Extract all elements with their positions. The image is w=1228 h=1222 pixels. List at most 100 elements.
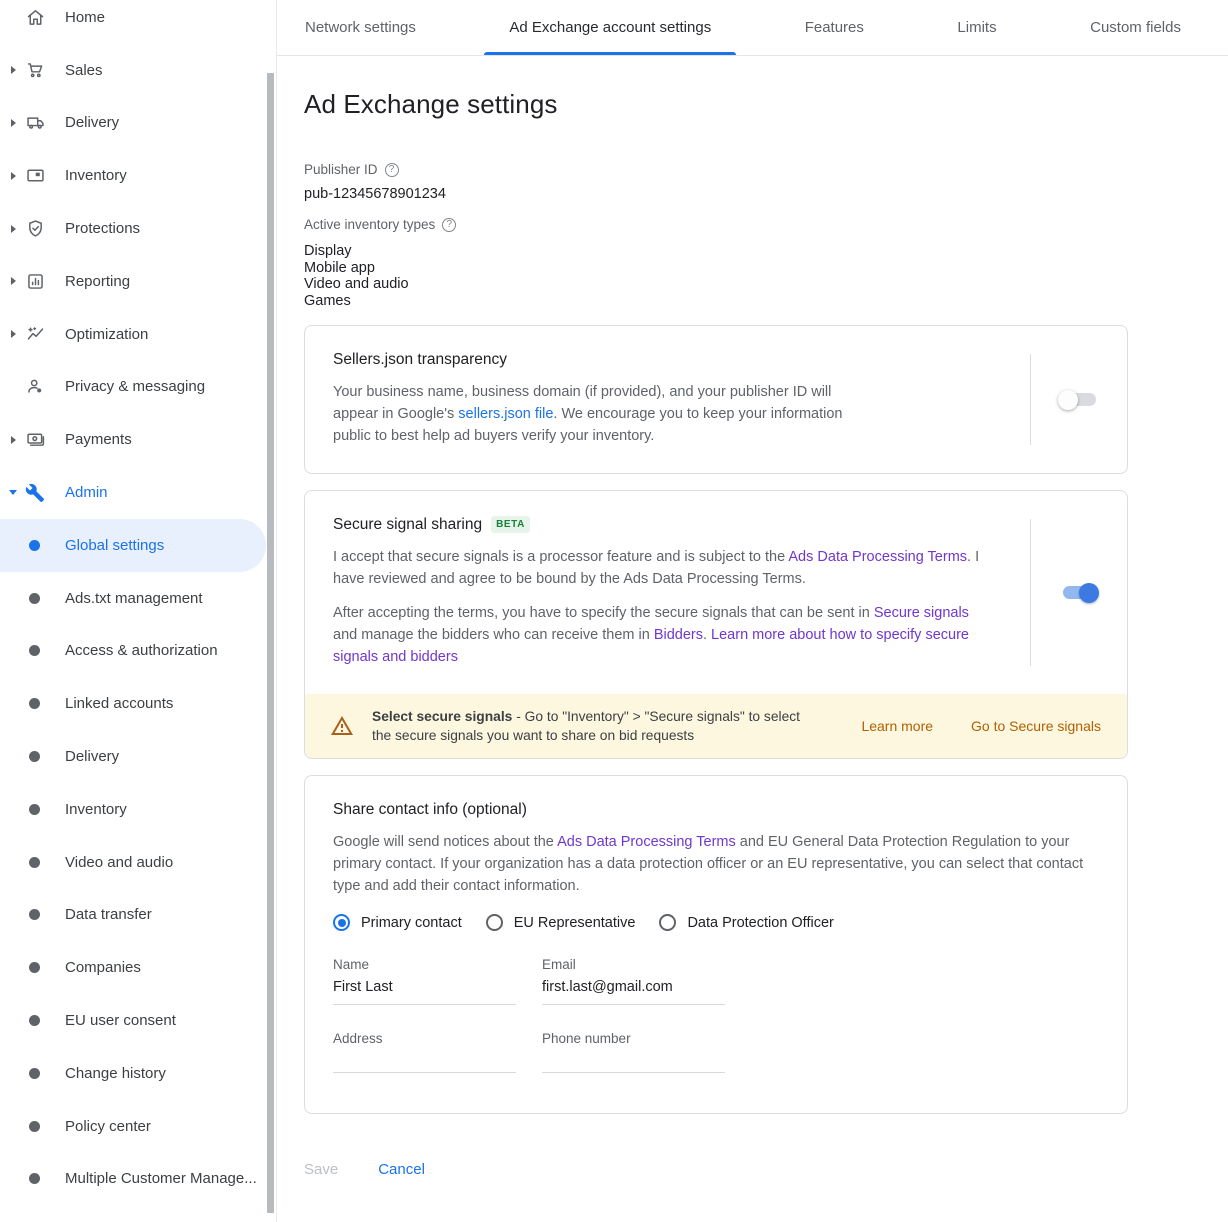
cart-icon [24, 59, 46, 81]
sellers-json-toggle[interactable] [1060, 390, 1098, 410]
sidebar-item-home[interactable]: Home [0, 0, 276, 44]
secure-signal-paragraph-1: I accept that secure signals is a proces… [333, 546, 988, 590]
sidebar-item-change-history[interactable]: Change history [0, 1047, 276, 1100]
share-contact-title: Share contact info (optional) [333, 801, 1099, 819]
sidebar-item-inventory-sub[interactable]: Inventory [0, 783, 276, 836]
name-input[interactable]: First Last [333, 979, 516, 1005]
save-button[interactable]: Save [304, 1161, 338, 1178]
chevron-right-icon[interactable] [11, 277, 16, 285]
address-input[interactable] [333, 1053, 516, 1073]
sellers-json-title: Sellers.json transparency [333, 351, 1002, 369]
wrench-icon [24, 482, 46, 504]
sidebar-item-video-audio[interactable]: Video and audio [0, 836, 276, 889]
tab-ad-exchange-account-settings[interactable]: Ad Exchange account settings [484, 0, 736, 55]
sidebar-scrollbar[interactable] [267, 73, 274, 1213]
cancel-button[interactable]: Cancel [378, 1161, 425, 1178]
radio-eu-representative[interactable]: EU Representative [486, 914, 636, 931]
chevron-right-icon[interactable] [11, 66, 16, 74]
go-to-secure-signals-link[interactable]: Go to Secure signals [971, 718, 1101, 734]
bullet-icon [29, 804, 40, 815]
shield-check-icon [24, 218, 46, 240]
truck-icon [24, 112, 46, 134]
radio-data-protection-officer[interactable]: Data Protection Officer [659, 914, 833, 931]
sidebar-item-linked-accounts[interactable]: Linked accounts [0, 677, 276, 730]
home-icon [24, 6, 46, 28]
warning-triangle-icon [330, 714, 354, 738]
secure-signal-card: Secure signal sharingBETA I accept that … [304, 490, 1128, 759]
sidebar-item-delivery-sub[interactable]: Delivery [0, 730, 276, 783]
sidebar-item-access-authorization[interactable]: Access & authorization [0, 625, 276, 678]
help-circle-icon[interactable]: ? [385, 163, 399, 177]
sidebar-item-companies[interactable]: Companies [0, 941, 276, 994]
sidebar-item-multiple-customer-management[interactable]: Multiple Customer Manage... [0, 1153, 276, 1206]
chevron-right-icon[interactable] [11, 172, 16, 180]
sidebar-item-global-settings[interactable]: Global settings [0, 519, 266, 572]
bullet-icon [29, 1173, 40, 1184]
main-panel: Network settings Ad Exchange account set… [277, 0, 1228, 1222]
bullet-icon [29, 962, 40, 973]
chevron-right-icon[interactable] [11, 225, 16, 233]
form-actions: Save Cancel [277, 1161, 1228, 1178]
bullet-icon [29, 645, 40, 656]
radio-primary-contact[interactable]: Primary contact [333, 914, 462, 931]
banner-icon [24, 165, 46, 187]
page-title: Ad Exchange settings [304, 89, 1128, 120]
chevron-right-icon[interactable] [11, 330, 16, 338]
chevron-right-icon[interactable] [11, 119, 16, 127]
chevron-down-icon[interactable] [9, 490, 17, 495]
sidebar-item-optimization[interactable]: Optimization [0, 308, 276, 361]
tab-features[interactable]: Features [780, 0, 889, 55]
sidebar-item-delivery[interactable]: Delivery [0, 97, 276, 150]
warning-banner-text: Select secure signals - Go to "Inventory… [372, 707, 817, 745]
secure-signal-title: Secure signal sharingBETA [333, 516, 1002, 534]
secure-signals-link[interactable]: Secure signals [874, 605, 969, 621]
sidebar-item-protections[interactable]: Protections [0, 202, 276, 255]
sidebar: Home Sales Delivery Inventory [0, 0, 277, 1222]
sidebar-item-inventory[interactable]: Inventory [0, 149, 276, 202]
inventory-type: Mobile app [304, 260, 1128, 277]
sidebar-item-admin[interactable]: Admin [0, 466, 276, 519]
bullet-icon [29, 593, 40, 604]
contact-fields: Name First Last Email first.last@gmail.c… [333, 957, 1099, 1073]
sidebar-item-eu-user-consent[interactable]: EU user consent [0, 994, 276, 1047]
sidebar-item-reporting[interactable]: Reporting [0, 255, 276, 308]
publisher-meta: Publisher ID ? pub-12345678901234 Active… [304, 162, 1128, 309]
radio-button-icon [659, 914, 676, 931]
publisher-id-value: pub-12345678901234 [304, 186, 1128, 202]
settings-tabbar: Network settings Ad Exchange account set… [277, 0, 1228, 56]
email-field: Email first.last@gmail.com [542, 957, 725, 1005]
bidders-link[interactable]: Bidders [654, 627, 703, 643]
person-privacy-icon [24, 376, 46, 398]
ads-data-processing-terms-link[interactable]: Ads Data Processing Terms [557, 834, 736, 850]
inventory-type: Display [304, 243, 1128, 260]
tab-network-settings[interactable]: Network settings [280, 0, 441, 55]
ads-data-processing-terms-link[interactable]: Ads Data Processing Terms [788, 549, 967, 565]
sidebar-item-sales[interactable]: Sales [0, 44, 276, 97]
sidebar-item-ads-txt-management[interactable]: Ads.txt management [0, 572, 276, 625]
learn-more-link[interactable]: Learn more [861, 718, 933, 734]
phone-input[interactable] [542, 1053, 725, 1073]
publisher-id-label: Publisher ID [304, 162, 378, 177]
insights-icon [24, 323, 46, 345]
chevron-right-icon[interactable] [11, 436, 16, 444]
email-input[interactable]: first.last@gmail.com [542, 979, 725, 1005]
active-inventory-types-list: Display Mobile app Video and audio Games [304, 243, 1128, 309]
address-field: Address [333, 1031, 516, 1073]
secure-signal-toggle[interactable] [1060, 583, 1098, 603]
bullet-icon [29, 909, 40, 920]
name-field: Name First Last [333, 957, 516, 1005]
tab-custom-fields[interactable]: Custom fields [1065, 0, 1206, 55]
sellers-json-card: Sellers.json transparency Your business … [304, 325, 1128, 474]
phone-field: Phone number [542, 1031, 725, 1073]
bullet-icon [29, 751, 40, 762]
sidebar-item-payments[interactable]: Payments [0, 413, 276, 466]
tab-limits[interactable]: Limits [932, 0, 1021, 55]
share-contact-card: Share contact info (optional) Google wil… [304, 775, 1128, 1114]
bullet-icon [29, 1015, 40, 1026]
sidebar-item-privacy-messaging[interactable]: Privacy & messaging [0, 361, 276, 414]
radio-button-icon [333, 914, 350, 931]
sidebar-item-data-transfer[interactable]: Data transfer [0, 889, 276, 942]
sellers-json-file-link[interactable]: sellers.json file [458, 406, 553, 422]
help-circle-icon[interactable]: ? [442, 218, 456, 232]
sidebar-item-policy-center[interactable]: Policy center [0, 1100, 276, 1153]
